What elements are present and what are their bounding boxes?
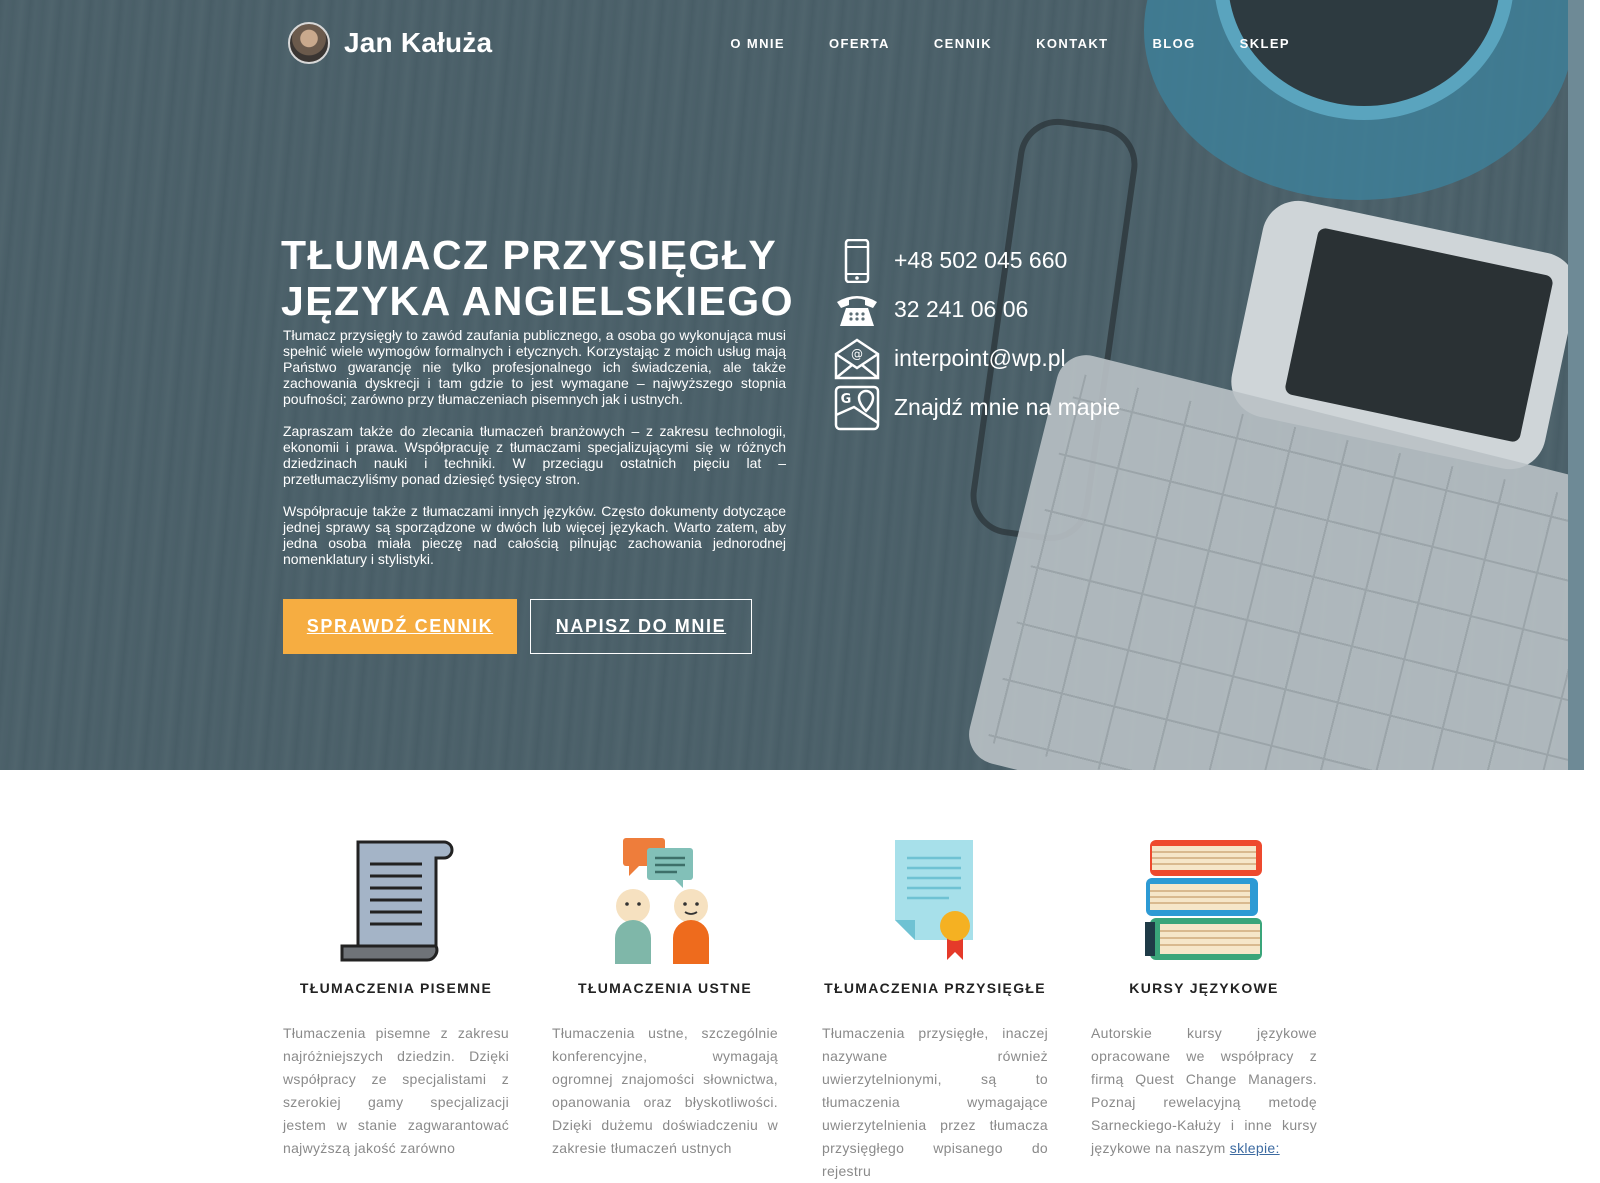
mobile-phone-icon <box>834 238 880 284</box>
phone-screen-decoration <box>1283 226 1555 444</box>
site-header: Jan Kałuża O MNIE OFERTA CENNIK KONTAKT … <box>0 0 1584 88</box>
service-title: TŁUMACZENIA PRZYSIĘGŁE <box>824 980 1046 996</box>
email-address: interpoint@wp.pl <box>894 345 1066 371</box>
envelope-icon: @ <box>834 336 880 382</box>
service-written: TŁUMACZENIA PISEMNE Tłumaczenia pisemne … <box>283 836 509 1160</box>
scrollbar[interactable] <box>1568 0 1584 770</box>
page-title-line2: JĘZYKA ANGIELSKIEGO <box>281 278 794 324</box>
nav-blog[interactable]: BLOG <box>1153 36 1196 51</box>
nav-o-mnie[interactable]: O MNIE <box>730 36 785 51</box>
phone-decoration <box>1224 194 1584 476</box>
nav-oferta[interactable]: OFERTA <box>829 36 890 51</box>
service-title: TŁUMACZENIA PISEMNE <box>299 980 493 996</box>
keyboard-keys-decoration <box>986 373 1584 770</box>
service-courses: KURSY JĘZYKOWE Autorskie kursy językowe … <box>1091 836 1317 1160</box>
check-price-button[interactable]: SPRAWDŹ CENNIK <box>283 599 517 654</box>
shop-link[interactable]: sklepie: <box>1230 1140 1280 1156</box>
contact-list: +48 502 045 660 32 241 06 06 @ interpoin… <box>834 236 1120 432</box>
books-icon <box>1091 836 1317 964</box>
service-title: KURSY JĘZYKOWE <box>1129 980 1279 996</box>
services-section: TŁUMACZENIA PISEMNE Tłumaczenia pisemne … <box>0 770 1584 1179</box>
phone-number: +48 502 045 660 <box>894 247 1068 273</box>
brand-name: Jan Kałuża <box>344 27 493 58</box>
contact-landline[interactable]: 32 241 06 06 <box>834 285 1120 334</box>
hero-paragraph: Współpracuje także z tłumaczami innych j… <box>283 503 786 567</box>
certificate-icon <box>822 836 1048 964</box>
service-title: TŁUMACZENIA USTNE <box>577 980 752 996</box>
service-description: Tłumaczenia ustne, szczególnie konferenc… <box>552 1025 778 1156</box>
telephone-icon <box>834 287 880 333</box>
page-title-line1: TŁUMACZ PRZYSIĘGŁY <box>281 232 778 278</box>
contact-map[interactable]: G Znajdź mnie na mapie <box>834 383 1120 432</box>
page-title: TŁUMACZ PRZYSIĘGŁY JĘZYKA ANGIELSKIEGO <box>281 232 801 324</box>
people-chat-icon <box>552 836 778 964</box>
write-to-me-button[interactable]: NAPISZ DO MNIE <box>530 599 752 654</box>
svg-text:G: G <box>841 392 852 407</box>
map-icon: G <box>834 385 880 431</box>
avatar <box>288 22 330 64</box>
landline-number: 32 241 06 06 <box>894 296 1029 322</box>
hero-description: Tłumacz przysięgły to zawód zaufania pub… <box>283 327 786 583</box>
hero-paragraph: Zapraszam także do zlecania tłumaczeń br… <box>283 423 786 487</box>
nav-sklep[interactable]: SKLEP <box>1240 36 1290 51</box>
service-description-text: Autorskie kursy językowe opracowane we w… <box>1091 1025 1317 1156</box>
main-nav: O MNIE OFERTA CENNIK KONTAKT BLOG SKLEP <box>686 36 1290 51</box>
service-oral: TŁUMACZENIA USTNE Tłumaczenia ustne, szc… <box>552 836 778 1160</box>
svg-text:@: @ <box>851 347 863 361</box>
scroll-icon <box>283 836 509 964</box>
hero-paragraph: Tłumacz przysięgły to zawód zaufania pub… <box>283 327 786 407</box>
service-description: Autorskie kursy językowe opracowane we w… <box>1091 1022 1317 1160</box>
contact-email[interactable]: @ interpoint@wp.pl <box>834 334 1120 383</box>
contact-phone[interactable]: +48 502 045 660 <box>834 236 1120 285</box>
nav-cennik[interactable]: CENNIK <box>934 36 992 51</box>
service-description: Tłumaczenia pisemne z zakresu najróżniej… <box>283 1025 509 1156</box>
map-link: Znajdź mnie na mapie <box>894 394 1121 420</box>
brand-logo[interactable]: Jan Kałuża <box>288 22 492 64</box>
hero-section: Jan Kałuża O MNIE OFERTA CENNIK KONTAKT … <box>0 0 1584 770</box>
service-description: Tłumaczenia przysięgłe, inaczej nazywane… <box>822 1025 1048 1179</box>
nav-kontakt[interactable]: KONTAKT <box>1036 36 1108 51</box>
service-sworn: TŁUMACZENIA PRZYSIĘGŁE Tłumaczenia przys… <box>822 836 1048 1183</box>
